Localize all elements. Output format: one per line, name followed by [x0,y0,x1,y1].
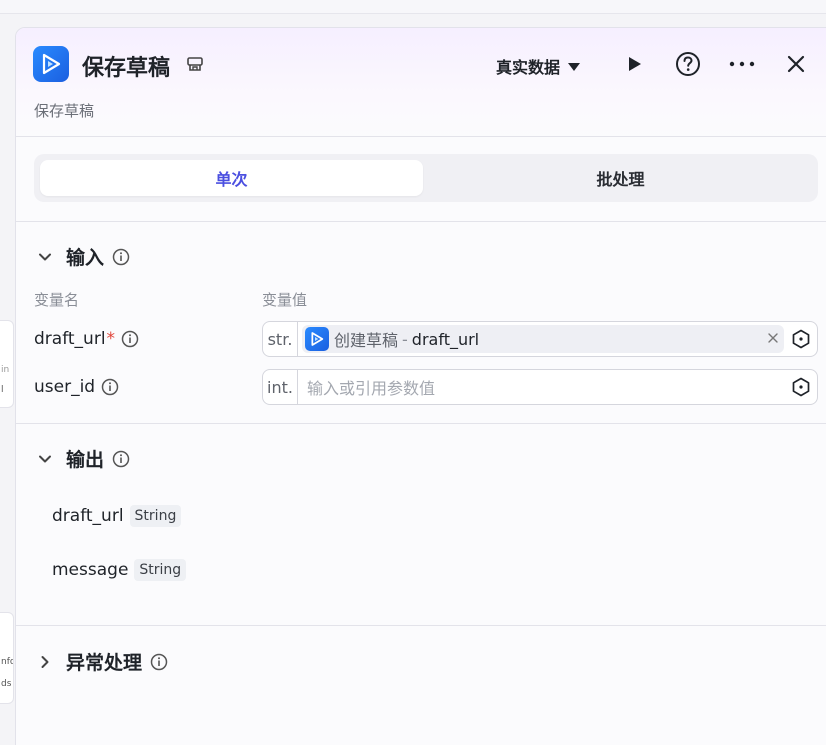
node-card-text: l [1,385,4,395]
reference-variable-name: draft_url [411,329,480,349]
info-icon[interactable] [112,450,130,468]
canvas-node-card[interactable]: in l [0,320,14,408]
input-section-title: 输入 [66,247,105,269]
panel-header-background [16,28,826,138]
node-card-text: in [1,365,10,375]
reference-separator: - [402,329,408,349]
chevron-down-icon[interactable] [34,249,56,265]
variable-picker-button[interactable] [791,377,811,397]
close-icon [787,55,805,73]
caret-down-icon [568,63,581,71]
output-field-row: message String [52,559,187,581]
divider [16,423,826,424]
output-section-title: 输出 [66,449,105,471]
data-mode-select[interactable]: 真实数据 [496,54,581,78]
tab-batch[interactable]: 批处理 [429,160,812,196]
variable-reference-chip[interactable]: 创建草稿 - draft_url [302,325,784,353]
divider [16,136,826,137]
canvas-top-strip [0,0,826,14]
reference-node-name: 创建草稿 [334,331,399,350]
plugin-app-icon [305,327,329,351]
close-icon [768,333,778,343]
variable-hexagon-icon [792,329,810,349]
node-title[interactable]: 保存草稿 [82,50,170,82]
variable-picker-button[interactable] [791,329,811,349]
param-value-field-draft-url[interactable]: str. 创建草稿 - draft_url [262,321,818,357]
plugin-store-icon[interactable] [186,55,204,77]
help-icon [676,52,700,76]
tab-single[interactable]: 单次 [40,160,423,196]
param-name-label: draft_url [34,329,106,349]
param-name-label: user_id [34,377,96,397]
param-name-draft-url: draft_url * [34,329,139,349]
param-name-user-id: user_id [34,377,119,397]
column-header-name: 变量名 [34,291,80,309]
divider [16,221,826,222]
info-icon[interactable] [101,378,119,396]
data-mode-label: 真实数据 [496,58,561,77]
more-button[interactable] [728,50,756,78]
help-button[interactable] [674,50,702,78]
type-indicator: int. [263,370,298,404]
output-field-name: message [52,560,129,580]
node-config-panel: 保存草稿 保存草稿 真实数据 单次 批处理 输入 变量名 变量值 draft_u… [15,27,826,745]
run-mode-tabs: 单次 批处理 [34,154,818,202]
chevron-down-icon[interactable] [34,451,56,467]
chevron-right-icon[interactable] [34,654,56,670]
plugin-app-icon [33,46,69,82]
node-description[interactable]: 保存草稿 [34,100,94,121]
output-field-name: draft_url [52,506,124,526]
type-badge: String [129,505,182,527]
required-mark: * [106,329,116,349]
clear-reference-button[interactable] [765,330,781,346]
node-card-text: ds [1,679,12,689]
info-icon[interactable] [150,653,168,671]
type-indicator: str. [263,322,298,356]
close-button[interactable] [782,50,810,78]
node-card-text: nfo [1,657,14,667]
param-value-field-user-id[interactable]: int. 输入或引用参数值 [262,369,818,405]
param-value-input[interactable]: 输入或引用参数值 [307,375,435,399]
column-header-value: 变量值 [262,291,308,309]
info-icon[interactable] [112,248,130,266]
output-section-header[interactable]: 输出 [34,445,130,472]
canvas-node-card[interactable]: nfo ds [0,612,14,704]
play-icon [629,57,641,71]
exception-section-header[interactable]: 异常处理 [34,648,168,675]
divider [16,625,826,626]
output-field-row: draft_url String [52,505,182,527]
info-icon[interactable] [121,330,139,348]
variable-hexagon-icon [792,377,810,397]
more-dots-icon [729,61,755,67]
input-section-header[interactable]: 输入 [34,243,130,270]
exception-section-title: 异常处理 [66,652,143,674]
run-button[interactable] [620,50,648,78]
type-badge: String [134,559,187,581]
